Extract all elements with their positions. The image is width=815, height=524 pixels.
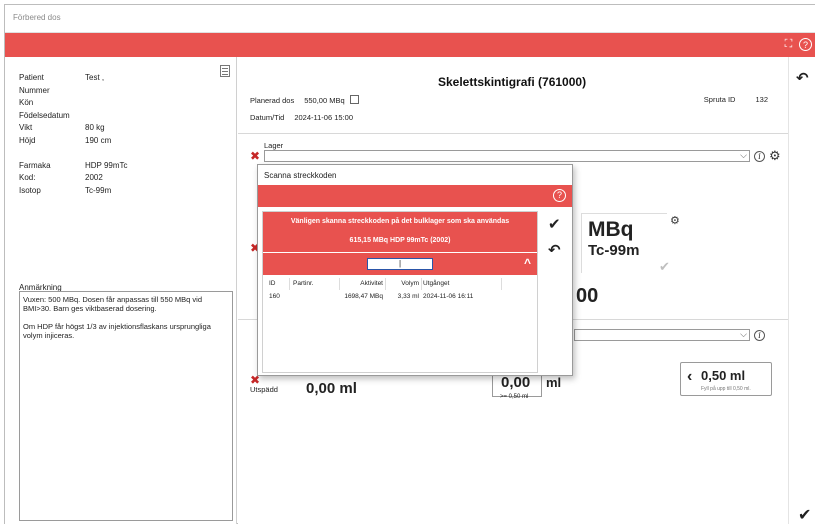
check-icon: ✔ <box>659 259 670 274</box>
volume-min: >= 0,50 ml <box>500 394 529 400</box>
activity-card: MBq Tc-99m <box>581 213 667 273</box>
column-divider <box>289 278 290 290</box>
height-label: Höjd <box>19 135 36 145</box>
gear-icon[interactable]: ⚙ <box>769 149 781 162</box>
table-row[interactable]: 160 1698,47 MBq 3,33 ml 2024-11-06 16:11 <box>263 291 503 304</box>
volume-value: 0,00 <box>501 374 531 391</box>
info-icon[interactable]: i <box>754 151 765 162</box>
column-header-activity[interactable]: Aktivitet <box>343 280 383 287</box>
cell-activity: 1698,47 MBq <box>344 293 383 300</box>
scan-panel: Vänligen skanna streckkoden på det bulkl… <box>262 211 538 373</box>
scan-banner: Vänligen skanna streckkoden på det bulkl… <box>263 212 537 252</box>
cell-id: 160 <box>269 293 280 300</box>
edit-icon[interactable] <box>349 95 359 104</box>
chevron-down-icon: ⌵ <box>740 150 747 160</box>
diluent-select[interactable]: ⌵ <box>574 329 750 341</box>
column-header-batch[interactable]: Partinr. <box>293 280 314 287</box>
notes-paragraph-1: Vuxen: 500 MBq. Dosen får anpassas till … <box>23 295 202 313</box>
code-label: Kod: <box>19 173 36 182</box>
isotope-label: Isotop <box>19 185 41 195</box>
gear-icon[interactable]: ⚙ <box>670 215 680 227</box>
birthdate-label: Födelsedatum <box>19 110 70 120</box>
expand-icon[interactable]: ⛶ <box>782 38 795 51</box>
column-header-expired[interactable]: Utgånget <box>423 280 449 287</box>
fill-button[interactable]: ‹ 0,50 ml Fyll på upp till 0,50 ml. <box>680 362 772 396</box>
cell-expired: 2024-11-06 16:11 <box>423 293 474 300</box>
chevron-left-icon: ‹ <box>687 368 693 385</box>
height-value: 190 cm <box>85 135 112 145</box>
table-header: ID Partinr. Aktivitet Volym Utgånget <box>263 278 503 291</box>
planned-dose-label: Planerad dos <box>250 96 295 105</box>
check-icon[interactable]: ✔ <box>798 505 811 524</box>
datetime: Datum/Tid 2024-11-06 15:00 <box>250 113 353 122</box>
unit-label: MBq <box>588 218 634 241</box>
help-icon[interactable]: ? <box>799 38 812 51</box>
code-value: 2002 <box>85 173 103 182</box>
divider <box>238 133 788 134</box>
check-icon[interactable]: ✔ <box>548 215 561 233</box>
header-bar: ⛶ ? <box>5 33 815 57</box>
fill-hint: Fyll på upp till 0,50 ml. <box>701 386 751 392</box>
patient-value: Test , <box>85 73 105 82</box>
isotope-label: Tc-99m <box>588 242 640 259</box>
title-bar: Förbered dos <box>5 5 815 33</box>
planned-dose-value: 550,00 MBq <box>304 96 345 105</box>
planned-dose: Planerad dos 550,00 MBq <box>250 95 359 105</box>
column-divider <box>339 278 340 290</box>
dialog-header-bar: ? <box>258 185 572 207</box>
syringe-id: Spruta ID 132 <box>704 95 768 104</box>
scan-product: 615,15 MBq HDP 99mTc (2002) <box>349 237 451 244</box>
datetime-label: Datum/Tid <box>250 113 285 122</box>
chevron-down-icon: ⌵ <box>740 329 747 339</box>
datetime-value: 2024-11-06 15:00 <box>294 113 353 122</box>
column-divider <box>501 278 502 290</box>
isotope-value: Tc-99m <box>85 185 112 195</box>
action-bar: ↶ ✔ <box>788 57 815 524</box>
diluted-label: Utspädd <box>250 385 278 394</box>
undo-icon[interactable]: ↶ <box>796 69 809 87</box>
undo-icon[interactable]: ↶ <box>548 241 561 259</box>
chevron-up-icon[interactable]: ^ <box>524 256 531 270</box>
weight-value: 80 kg <box>85 123 105 132</box>
column-header-id[interactable]: ID <box>269 280 276 287</box>
scan-row: | ^ <box>263 253 537 275</box>
notes-paragraph-2: Om HDP får högst 1/3 av injektionsflaska… <box>23 322 211 340</box>
activity-value: 00 <box>576 285 599 307</box>
column-divider <box>421 278 422 290</box>
weight-label: Vikt <box>19 123 33 132</box>
scan-instruction: Vänligen skanna streckkoden på det bulkl… <box>290 218 510 225</box>
cell-volume: 3,33 ml <box>397 293 419 300</box>
patient-label: Patient <box>19 73 44 82</box>
syringe-id-label: Spruta ID <box>703 95 736 104</box>
pharma-value: HDP 99mTc <box>85 160 128 170</box>
barcode-input[interactable]: | <box>367 258 433 270</box>
column-header-volume[interactable]: Volym <box>387 280 419 287</box>
volume-unit: ml <box>546 375 562 390</box>
page-title: Skelettskintigrafi (761000) <box>438 75 587 89</box>
column-divider <box>385 278 386 290</box>
dialog-title: Scanna streckkoden <box>264 171 337 180</box>
number-label: Nummer <box>19 85 50 95</box>
patient-panel: Patient Test , Nummer Kön Födelsedatum Vi… <box>5 57 237 524</box>
window-title: Förbered dos <box>13 13 61 22</box>
scan-barcode-dialog: Scanna streckkoden ? Vänligen skanna str… <box>257 164 573 376</box>
syringe-id-value: 132 <box>755 95 768 104</box>
info-icon[interactable]: i <box>754 330 765 341</box>
stock-table: ID Partinr. Aktivitet Volym Utgånget 160… <box>263 278 503 304</box>
pharma-label: Farmaka <box>19 160 51 170</box>
diluted-value: 0,00 ml <box>306 380 357 397</box>
stock-select[interactable]: ⌵ <box>264 150 750 162</box>
help-icon[interactable]: ? <box>553 189 566 202</box>
notes-textarea[interactable]: Vuxen: 500 MBq. Dosen får anpassas till … <box>19 291 233 521</box>
fill-amount: 0,50 ml <box>701 368 746 383</box>
stock-label: Lager <box>264 141 284 150</box>
error-x-icon: ✖ <box>250 149 261 163</box>
gender-label: Kön <box>19 98 34 107</box>
